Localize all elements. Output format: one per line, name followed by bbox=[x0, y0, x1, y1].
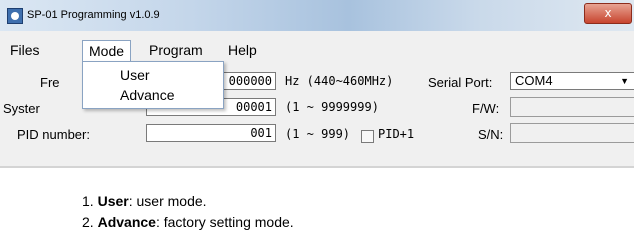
pid-input[interactable]: 001 bbox=[146, 124, 276, 142]
list-desc: : factory setting mode. bbox=[155, 214, 294, 230]
pid-plus-label: PID+1 bbox=[378, 127, 415, 141]
list-number: 1. bbox=[82, 193, 98, 209]
menu-mode[interactable]: Mode bbox=[82, 40, 132, 61]
app-window: SP-01 Programming v1.0.9 x Files Mode Pr… bbox=[0, 0, 634, 168]
list-number: 2. bbox=[82, 214, 98, 230]
list-term: Advance bbox=[97, 214, 156, 230]
window-bottom-edge bbox=[0, 166, 634, 168]
menu-files[interactable]: Files bbox=[10, 42, 40, 58]
pid-label: PID number: bbox=[17, 127, 90, 142]
menu-option-advance[interactable]: Advance bbox=[120, 87, 174, 103]
system-range: (1 ~ 9999999) bbox=[285, 100, 379, 114]
sn-label: S/N: bbox=[478, 127, 504, 142]
close-button[interactable]: x bbox=[584, 3, 632, 24]
list-term: User bbox=[97, 193, 129, 209]
mode-description-list: 1. User: user mode. 2. Advance: factory … bbox=[82, 193, 294, 235]
menu-program[interactable]: Program bbox=[149, 42, 203, 58]
serial-port-select[interactable]: COM4 ▼ bbox=[510, 72, 634, 90]
list-item: 1. User: user mode. bbox=[82, 193, 294, 214]
menu-option-user[interactable]: User bbox=[120, 67, 150, 83]
list-item: 2. Advance: factory setting mode. bbox=[82, 214, 294, 235]
dropdown-arrow-icon: ▼ bbox=[620, 76, 629, 86]
app-icon bbox=[7, 8, 23, 24]
frequency-value: 000000 bbox=[228, 74, 272, 88]
frequency-unit: Hz (440~460MHz) bbox=[285, 74, 394, 88]
serial-port-label: Serial Port: bbox=[428, 75, 493, 90]
menu-help[interactable]: Help bbox=[228, 42, 257, 58]
serial-port-value: COM4 bbox=[515, 73, 553, 88]
frequency-label: Fre bbox=[40, 75, 60, 90]
mode-dropdown-menu: User Advance bbox=[82, 61, 224, 109]
pid-range: (1 ~ 999) bbox=[285, 127, 351, 141]
fw-label: F/W: bbox=[472, 101, 500, 116]
list-desc: : user mode. bbox=[128, 193, 207, 209]
pid-plus-checkbox[interactable] bbox=[361, 130, 374, 143]
system-label: Syster bbox=[3, 101, 40, 116]
close-icon: x bbox=[604, 6, 612, 20]
menu-bar: Files Mode Program Help bbox=[0, 40, 634, 61]
title-bar[interactable]: SP-01 Programming v1.0.9 x bbox=[0, 0, 634, 31]
sn-field bbox=[510, 123, 634, 143]
fw-field bbox=[510, 97, 634, 117]
pid-value: 001 bbox=[250, 126, 272, 140]
system-value: 00001 bbox=[235, 100, 272, 114]
window-title: SP-01 Programming v1.0.9 bbox=[27, 9, 160, 21]
